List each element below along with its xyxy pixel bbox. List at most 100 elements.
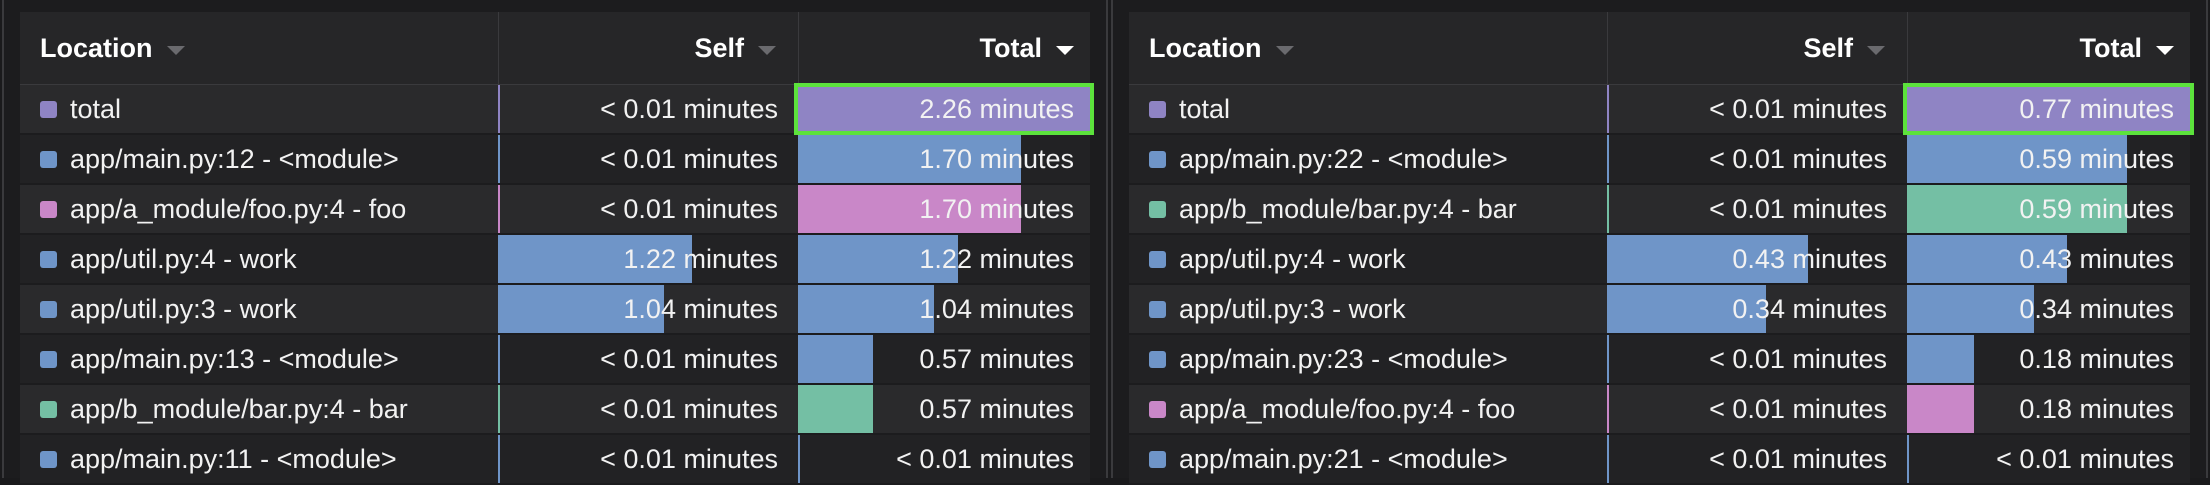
self-bar-edge <box>1607 385 1609 433</box>
table-row[interactable]: total < 0.01 minutes 2.26 minutes <box>20 83 1094 135</box>
location-cell: app/b_module/bar.py:4 - bar <box>20 385 498 433</box>
location-cell: app/a_module/foo.py:4 - foo <box>20 185 498 233</box>
location-cell: app/util.py:4 - work <box>20 235 498 283</box>
total-value: 0.18 minutes <box>2019 343 2174 374</box>
location-label: app/util.py:4 - work <box>1179 243 1406 274</box>
column-header-label: Self <box>694 32 744 63</box>
profile-table-left: Location Self Total total < 0.01 minutes 2.26… <box>2 0 1108 485</box>
self-cell: < 0.01 minutes <box>498 335 798 383</box>
total-cell: < 0.01 minutes <box>798 435 1094 483</box>
location-cell: app/b_module/bar.py:4 - bar <box>1129 185 1607 233</box>
color-swatch-icon <box>1149 450 1166 468</box>
column-header-total[interactable]: Total <box>1907 12 2194 84</box>
self-value: < 0.01 minutes <box>1709 193 1887 224</box>
total-value: 1.04 minutes <box>919 293 1074 324</box>
total-cell: 0.34 minutes <box>1907 285 2194 333</box>
location-cell: app/util.py:4 - work <box>1129 235 1607 283</box>
self-cell: < 0.01 minutes <box>1607 85 1907 133</box>
total-bar <box>798 285 935 333</box>
table-row[interactable]: app/b_module/bar.py:4 - bar < 0.01 minute… <box>1129 185 2190 235</box>
table-header: Location Self Total <box>20 12 1090 85</box>
color-swatch-icon <box>40 150 57 168</box>
total-value: 0.34 minutes <box>2019 293 2174 324</box>
column-header-total[interactable]: Total <box>798 12 1094 84</box>
total-value: 0.43 minutes <box>2019 243 2174 274</box>
location-cell: app/main.py:23 - <module> <box>1129 335 1607 383</box>
location-cell: app/main.py:12 - <module> <box>20 135 498 183</box>
sort-caret-icon <box>1275 45 1294 55</box>
table-row[interactable]: total < 0.01 minutes 0.77 minutes <box>1129 83 2194 135</box>
self-cell: 0.43 minutes <box>1607 235 1907 283</box>
table-row[interactable]: app/b_module/bar.py:4 - bar < 0.01 minute… <box>20 385 1090 435</box>
self-bar-edge <box>498 435 500 483</box>
self-value: < 0.01 minutes <box>600 143 778 174</box>
total-value: 1.22 minutes <box>919 243 1074 274</box>
self-value: < 0.01 minutes <box>1709 93 1887 124</box>
self-cell: < 0.01 minutes <box>498 85 798 133</box>
self-value: < 0.01 minutes <box>1709 143 1887 174</box>
self-value: 0.43 minutes <box>1732 243 1887 274</box>
sort-caret-icon <box>166 45 185 55</box>
location-label: app/a_module/foo.py:4 - foo <box>1179 393 1516 424</box>
sort-caret-icon <box>1056 45 1074 55</box>
table-row[interactable]: app/util.py:3 - work 0.34 minutes 0.34 min… <box>1129 285 2190 335</box>
total-cell: < 0.01 minutes <box>1907 435 2194 483</box>
column-header-location[interactable]: Location <box>1129 12 1607 84</box>
table: Location Self Total total < 0.01 minutes 0.77… <box>1129 12 2194 485</box>
location-label: app/b_module/bar.py:4 - bar <box>70 393 408 424</box>
self-value: < 0.01 minutes <box>600 193 778 224</box>
self-cell: < 0.01 minutes <box>498 385 798 433</box>
location-label: total <box>70 93 122 124</box>
column-header-location[interactable]: Location <box>20 12 498 84</box>
self-bar-edge <box>1607 185 1609 233</box>
color-swatch-icon <box>1149 300 1166 318</box>
table-row[interactable]: app/a_module/foo.py:4 - foo < 0.01 minute… <box>1129 385 2190 435</box>
self-cell: < 0.01 minutes <box>1607 385 1907 433</box>
self-value: 0.34 minutes <box>1732 293 1887 324</box>
self-bar-edge <box>498 385 500 433</box>
sort-caret-icon <box>2156 45 2174 55</box>
column-header-self[interactable]: Self <box>1607 12 1907 84</box>
color-swatch-icon <box>40 400 57 418</box>
self-value: 1.04 minutes <box>623 293 778 324</box>
table-row[interactable]: app/a_module/foo.py:4 - foo < 0.01 minute… <box>20 185 1090 235</box>
self-cell: < 0.01 minutes <box>498 135 798 183</box>
total-cell: 0.57 minutes <box>798 385 1094 433</box>
color-swatch-icon <box>40 200 57 218</box>
self-bar-edge <box>498 85 500 133</box>
location-cell: app/main.py:21 - <module> <box>1129 435 1607 483</box>
total-cell: 0.18 minutes <box>1907 385 2194 433</box>
self-cell: 0.34 minutes <box>1607 285 1907 333</box>
total-bar <box>1907 385 1975 433</box>
self-value: < 0.01 minutes <box>600 443 778 474</box>
total-cell: 0.43 minutes <box>1907 235 2194 283</box>
total-bar-edge <box>798 435 800 483</box>
total-bar <box>798 385 873 433</box>
total-value: 0.57 minutes <box>919 343 1074 374</box>
table-row[interactable]: app/util.py:3 - work 1.04 minutes 1.04 min… <box>20 285 1090 335</box>
table-row[interactable]: app/main.py:13 - <module> < 0.01 minutes 0… <box>20 335 1090 385</box>
table-row[interactable]: app/util.py:4 - work 1.22 minutes 1.22 min… <box>20 235 1090 285</box>
total-value: 0.18 minutes <box>2019 393 2174 424</box>
column-header-self[interactable]: Self <box>498 12 798 84</box>
color-swatch-icon <box>1149 400 1166 418</box>
self-bar-edge <box>498 185 500 233</box>
table-row[interactable]: app/main.py:23 - <module> < 0.01 minutes 0… <box>1129 335 2190 385</box>
color-swatch-icon <box>40 300 57 318</box>
location-label: total <box>1179 93 1231 124</box>
self-value: 1.22 minutes <box>623 243 778 274</box>
color-swatch-icon <box>1149 350 1166 368</box>
total-cell: 1.22 minutes <box>798 235 1094 283</box>
table-row[interactable]: app/main.py:22 - <module> < 0.01 minutes 0… <box>1129 135 2190 185</box>
table-row[interactable]: app/main.py:12 - <module> < 0.01 minutes 1… <box>20 135 1090 185</box>
color-swatch-icon <box>1149 250 1166 268</box>
table-row[interactable]: app/util.py:4 - work 0.43 minutes 0.43 min… <box>1129 235 2190 285</box>
self-bar-edge <box>1607 135 1609 183</box>
self-value: < 0.01 minutes <box>600 93 778 124</box>
column-header-label: Total <box>979 32 1043 63</box>
total-bar <box>1907 285 2034 333</box>
self-value: < 0.01 minutes <box>600 343 778 374</box>
location-cell: total <box>20 85 498 133</box>
self-value: < 0.01 minutes <box>1709 343 1887 374</box>
total-cell: 0.57 minutes <box>798 335 1094 383</box>
